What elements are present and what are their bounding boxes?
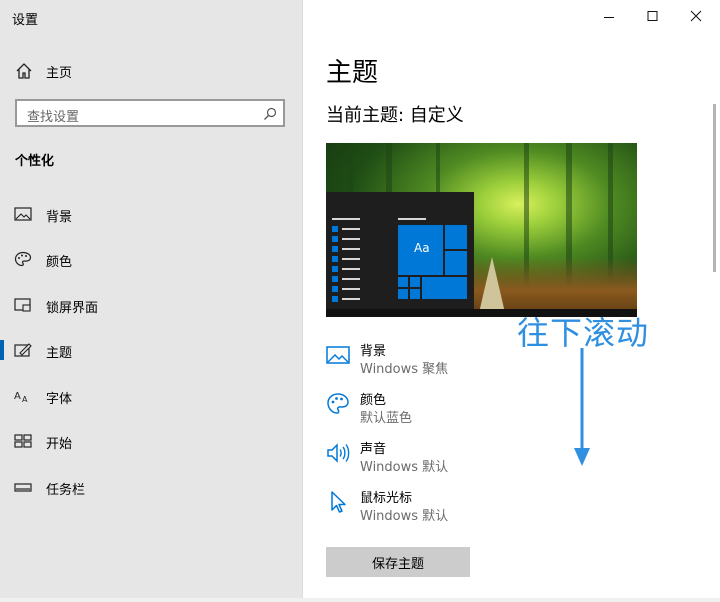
home-label: 主页 <box>46 66 73 81</box>
sidebar-item-background[interactable]: 背景 <box>0 198 302 230</box>
taskbar-icon <box>14 483 32 492</box>
menu-line <box>342 238 360 240</box>
sidebar-item-taskbar[interactable]: 任务栏 <box>0 471 302 503</box>
menu-line <box>398 218 426 220</box>
option-value: Windows 聚焦 <box>360 362 449 377</box>
option-value: Windows 默认 <box>360 460 449 475</box>
search-placeholder: 查找设置 <box>27 110 80 125</box>
menu-line <box>332 218 360 220</box>
save-theme-button[interactable]: 保存主题 <box>326 547 470 577</box>
minimize-icon <box>604 17 614 18</box>
option-name: 鼠标光标 <box>360 491 413 506</box>
sidebar-item-start[interactable]: 开始 <box>0 425 302 457</box>
preview-tile <box>398 289 408 299</box>
arrow-down-icon <box>574 348 590 466</box>
sidebar-item-label: 背景 <box>46 210 73 225</box>
option-sounds[interactable]: 声音 Windows 默认 <box>326 438 586 478</box>
close-icon <box>690 10 702 22</box>
theme-brush-icon <box>14 343 32 357</box>
preview-start-menu: Aa <box>326 192 474 317</box>
sidebar-item-label: 字体 <box>46 392 73 407</box>
menu-line <box>342 278 360 280</box>
divider <box>302 0 303 602</box>
palette-icon <box>327 393 349 414</box>
preview-tile <box>445 251 467 275</box>
sidebar-item-lock-screen[interactable]: 锁屏界面 <box>0 289 302 321</box>
menu-line <box>342 228 360 230</box>
preview-path <box>478 257 506 317</box>
preview-tile <box>398 277 408 287</box>
preview-tile <box>445 225 467 249</box>
menu-square <box>332 256 338 262</box>
search-icon[interactable] <box>263 107 277 121</box>
sidebar-item-fonts[interactable]: A A 字体 <box>0 380 302 412</box>
menu-square <box>332 276 338 282</box>
scrollbar[interactable] <box>713 104 716 272</box>
page-title: 主题 <box>326 58 379 88</box>
menu-line <box>342 258 360 260</box>
sidebar-item-label: 任务栏 <box>46 483 86 498</box>
menu-line <box>342 268 360 270</box>
svg-text:A: A <box>14 391 21 402</box>
preview-tile-label: Aa <box>414 241 430 255</box>
preview-tile <box>410 277 420 287</box>
menu-line <box>342 298 360 300</box>
sidebar-item-label: 颜色 <box>46 255 73 270</box>
cursor-icon <box>331 491 346 513</box>
section-title: 个性化 <box>15 154 55 169</box>
menu-line <box>342 288 360 290</box>
menu-square <box>332 226 338 232</box>
preview-tile <box>410 289 420 299</box>
maximize-button[interactable] <box>630 4 674 30</box>
option-value: Windows 默认 <box>360 509 449 524</box>
sidebar-item-label: 锁屏界面 <box>46 301 99 316</box>
svg-text:A: A <box>22 395 28 404</box>
lock-screen-icon <box>14 298 31 312</box>
start-grid-icon <box>14 434 32 448</box>
option-name: 背景 <box>360 344 387 359</box>
bottom-border <box>0 598 720 602</box>
minimize-button[interactable] <box>585 4 629 30</box>
menu-square <box>332 286 338 292</box>
font-icon: A A <box>14 391 28 404</box>
window-title: 设置 <box>12 13 39 28</box>
option-mouse-cursor[interactable]: 鼠标光标 Windows 默认 <box>326 487 586 527</box>
image-icon <box>326 346 350 364</box>
menu-square <box>332 236 338 242</box>
sidebar: 设置 主页 查找设置 个性化 背景 颜色 锁屏界面 主题 A A 字体 开始 任… <box>0 0 302 602</box>
sidebar-item-label: 开始 <box>46 437 73 452</box>
preview-tile-large: Aa <box>398 225 443 275</box>
sidebar-item-label: 主题 <box>46 346 73 361</box>
theme-preview: Aa <box>326 143 637 317</box>
menu-square <box>332 296 338 302</box>
current-theme-label: 当前主题: 自定义 <box>326 105 464 126</box>
maximize-icon <box>647 11 658 21</box>
sidebar-item-colors[interactable]: 颜色 <box>0 243 302 275</box>
sidebar-item-themes[interactable]: 主题 <box>0 334 302 366</box>
preview-tile <box>422 277 467 299</box>
search-input[interactable]: 查找设置 <box>15 99 285 127</box>
speaker-icon <box>327 443 350 463</box>
menu-square <box>332 266 338 272</box>
option-name: 颜色 <box>360 393 387 408</box>
palette-icon <box>14 251 32 267</box>
menu-line <box>342 248 360 250</box>
close-button[interactable] <box>674 4 718 30</box>
sidebar-item-home[interactable]: 主页 <box>0 56 302 86</box>
menu-square <box>332 246 338 252</box>
option-name: 声音 <box>360 442 387 457</box>
selection-indicator <box>0 340 4 360</box>
option-colors[interactable]: 颜色 默认蓝色 <box>326 389 586 429</box>
home-icon <box>16 63 32 79</box>
image-icon <box>14 207 32 221</box>
option-value: 默认蓝色 <box>360 411 413 426</box>
